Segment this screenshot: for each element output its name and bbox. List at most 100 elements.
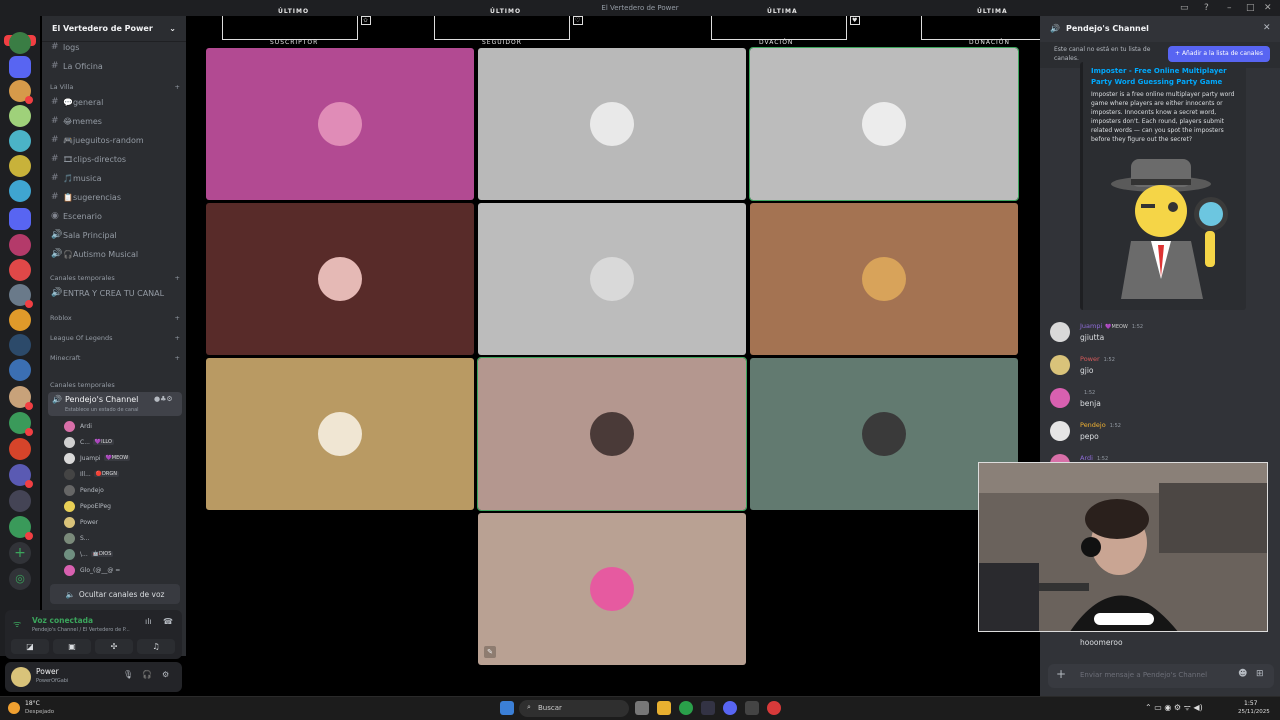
detective-image[interactable]	[1091, 149, 1241, 299]
emoji-icon[interactable]: ☻	[1238, 669, 1247, 679]
server-icon-active[interactable]	[9, 56, 31, 78]
server-icon[interactable]	[9, 438, 31, 460]
minimize-button[interactable]: –	[1227, 0, 1232, 16]
server-icon[interactable]	[9, 516, 33, 540]
avatar[interactable]	[1050, 355, 1070, 375]
channel-item[interactable]: ◉ Escenario	[48, 207, 182, 225]
noise-icon[interactable]: ılı	[145, 617, 152, 626]
chat-icon[interactable]: ●♣⚙	[154, 395, 173, 403]
message-author[interactable]: 1:52	[1080, 388, 1095, 396]
settings-icon[interactable]: ⚙	[162, 670, 169, 679]
voice-tile[interactable]	[206, 48, 474, 200]
voice-tile[interactable]	[749, 47, 1019, 201]
close-button[interactable]: ✕	[1264, 0, 1272, 16]
category-collapsed[interactable]: Roblox +	[50, 314, 180, 322]
channel-item[interactable]: # 🎮jueguitos-random	[48, 131, 182, 149]
embed-title[interactable]: Imposter - Free Online Multiplayer Party…	[1091, 66, 1241, 88]
server-icon[interactable]	[9, 386, 33, 410]
activities-button[interactable]: ✣	[95, 639, 133, 654]
channel-status[interactable]: Establece un estado de canal	[65, 407, 139, 413]
add-channel-button[interactable]: + Añadir a la lista de canales	[1168, 46, 1270, 62]
task-view-icon[interactable]	[635, 701, 649, 715]
add-server-icon[interactable]: +	[9, 542, 31, 564]
chat-message[interactable]: Juampi 💜MEOW 1:52 gjiutta	[1050, 322, 1275, 352]
category-temp[interactable]: Canales temporales +	[50, 274, 180, 282]
chat-input[interactable]: + Enviar mensaje a Pendejo's Channel ☻ ⊞	[1048, 664, 1274, 688]
voice-user[interactable]: Ill... 🔴DRGN	[64, 467, 180, 481]
message-author[interactable]: Pendejo 1:52	[1080, 421, 1121, 429]
chrome-icon[interactable]	[679, 701, 693, 715]
soundboard-button[interactable]: ♫	[137, 639, 175, 654]
voice-user[interactable]: Glo_(@__@ =	[64, 563, 180, 577]
category-temp-2[interactable]: Canales temporales	[50, 381, 180, 389]
server-icon[interactable]	[9, 155, 31, 177]
add-attachment-icon[interactable]: +	[1056, 667, 1066, 681]
voice-user[interactable]: S...	[64, 531, 180, 545]
help-icon[interactable]: ?	[1204, 0, 1209, 16]
voice-user[interactable]: \... 🤖DIOS	[64, 547, 180, 561]
channel-item[interactable]: # 💬general	[48, 93, 182, 111]
server-icon[interactable]	[9, 259, 31, 281]
voice-status-subtitle[interactable]: Pendejo's Channel / El Vertedero de P...	[32, 627, 130, 633]
apps-icon[interactable]: ⊞	[1256, 669, 1264, 679]
voice-user[interactable]: Juampi 💜MEOW	[64, 451, 180, 465]
taskbar-search[interactable]: ⌕ Buscar	[519, 700, 629, 717]
voice-user[interactable]: Ardi	[64, 419, 180, 433]
server-icon[interactable]	[9, 105, 31, 127]
chat-message[interactable]: Pendejo 1:52 pepo	[1050, 421, 1275, 451]
server-icon[interactable]	[9, 359, 31, 381]
add-channel-icon[interactable]: +	[175, 274, 180, 282]
voice-tile[interactable]	[206, 358, 474, 510]
channel-item[interactable]: # La Oficina	[48, 57, 182, 75]
chat-message[interactable]: Power 1:52 gjio	[1050, 355, 1275, 385]
server-icon[interactable]	[9, 180, 31, 202]
headphones-icon[interactable]: 🎧	[142, 670, 152, 679]
start-icon[interactable]	[500, 701, 514, 715]
server-icon[interactable]	[9, 334, 31, 356]
app-icon[interactable]	[767, 701, 781, 715]
add-channel-icon[interactable]: +	[175, 314, 180, 322]
screen-share-button[interactable]: ▣	[53, 639, 91, 654]
discord-icon[interactable]	[723, 701, 737, 715]
category-collapsed[interactable]: League Of Legends +	[50, 334, 180, 342]
tray-icons[interactable]: ⌃ ▭ ◉ ⚙ ᯤ ◀)	[1145, 702, 1203, 713]
server-icon[interactable]	[9, 234, 31, 256]
server-icon[interactable]	[9, 208, 31, 230]
channel-item[interactable]: # 🎵musica	[48, 169, 182, 187]
add-channel-icon[interactable]: +	[175, 334, 180, 342]
voice-tile[interactable]	[478, 513, 746, 665]
channel-item[interactable]: # 📋sugerencias	[48, 188, 182, 206]
app-icon[interactable]	[701, 701, 715, 715]
voice-user[interactable]: Power	[64, 515, 180, 529]
message-author[interactable]: Power 1:52	[1080, 355, 1115, 363]
channel-create[interactable]: 🔊 ENTRA Y CREA TU CANAL	[48, 284, 182, 302]
clock-date[interactable]: 25/11/2025	[1238, 709, 1270, 715]
channel-item[interactable]: # 🎞clips-directos	[48, 150, 182, 168]
server-icon[interactable]	[9, 32, 31, 54]
server-icon[interactable]	[9, 284, 33, 308]
channel-item[interactable]: 🔊 Sala Principal	[48, 226, 182, 244]
voice-tile[interactable]	[206, 203, 474, 355]
file-explorer-icon[interactable]	[657, 701, 671, 715]
avatar[interactable]	[1050, 421, 1070, 441]
server-icon[interactable]	[9, 80, 33, 104]
server-icon[interactable]	[9, 464, 33, 488]
maximize-button[interactable]: □	[1246, 0, 1255, 16]
obs-icon[interactable]	[745, 701, 759, 715]
server-icon[interactable]	[9, 490, 31, 512]
avatar[interactable]	[1050, 322, 1070, 342]
clock-time[interactable]: 1:57	[1244, 700, 1257, 707]
weather-icon[interactable]	[8, 702, 20, 714]
server-icon[interactable]	[9, 130, 31, 152]
voice-tile[interactable]	[750, 203, 1018, 355]
message-author[interactable]: Juampi 💜MEOW 1:52	[1080, 322, 1143, 330]
channel-item[interactable]: # logs	[48, 38, 182, 56]
voice-tile[interactable]	[477, 357, 747, 511]
disconnect-icon[interactable]: ☎	[163, 617, 173, 626]
camera-button[interactable]: ◪	[11, 639, 49, 654]
voice-user[interactable]: C... 💜ILLO	[64, 435, 180, 449]
explore-icon[interactable]: ◎	[9, 568, 31, 590]
chat-message[interactable]: 1:52 benja	[1050, 388, 1275, 418]
voice-tile[interactable]	[478, 203, 746, 355]
server-icon[interactable]	[9, 412, 33, 436]
